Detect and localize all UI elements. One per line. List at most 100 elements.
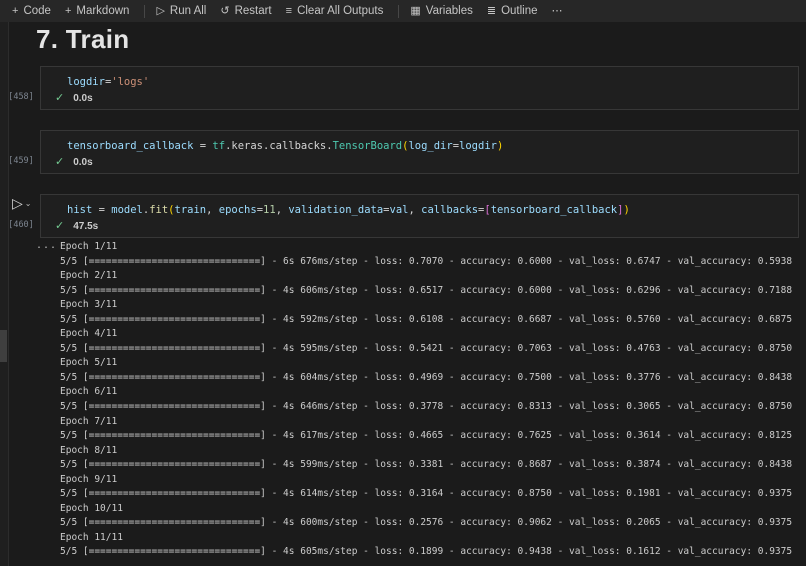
success-check-icon: ✓ [55, 156, 65, 168]
toolbar-button-run-all[interactable]: ▷ Run All [152, 3, 214, 19]
plus-icon: + [64, 4, 72, 17]
cell-status: ✓ 47.5s [55, 220, 99, 233]
code-token: keras [231, 140, 263, 152]
epoch-progress-line: 5/5 [==============================] - 4… [60, 488, 793, 500]
editor-left-gutter [0, 22, 9, 566]
epoch-header-line: Epoch 11/11 [60, 531, 123, 543]
code-token: = [193, 140, 213, 152]
code-cell-3[interactable]: hist = model.fit(train, epochs=11, valid… [40, 194, 799, 238]
play-icon: ▷ [156, 4, 165, 17]
restart-icon: ↺ [220, 4, 230, 17]
toolbar-button-clear-all-outputs[interactable]: ≡ Clear All Outputs [282, 3, 392, 19]
epoch-header-line: Epoch 6/11 [60, 386, 118, 398]
epoch-progress-line: 5/5 [==============================] - 4… [60, 401, 793, 413]
plus-icon: + [12, 4, 19, 17]
toolbar-button-label: Markdown [76, 5, 130, 17]
code-token: 'logs' [111, 76, 150, 88]
cell-status: ✓ 0.0s [55, 156, 93, 169]
execution-count: [458] [8, 92, 34, 102]
toolbar-button-label: Outline [501, 5, 538, 17]
code-token: tensorboard_callback [490, 204, 618, 216]
epoch-progress-line: 5/5 [==============================] - 4… [60, 459, 793, 471]
epoch-progress-line: 5/5 [==============================] - 4… [60, 546, 793, 558]
code-token: = [92, 204, 112, 216]
cell-status: ✓ 0.0s [55, 92, 93, 105]
code-token: tensorboard_callback [67, 140, 194, 152]
epoch-header-line: Epoch 8/11 [60, 444, 118, 456]
code-token: callbacks [269, 140, 327, 152]
code-token: hist [67, 204, 93, 216]
execution-time: 0.0s [73, 157, 93, 168]
epoch-header-line: Epoch 3/11 [60, 299, 118, 311]
code-token: , [206, 204, 219, 216]
execution-time: 47.5s [73, 221, 99, 232]
code-token: model [111, 204, 143, 216]
code-token: validation_data [288, 204, 384, 216]
toolbar-button-label: Restart [234, 5, 272, 17]
execution-count: [459] [8, 156, 34, 166]
notebook-page: + Code + Markdown ▷ Run All ↺ Restart ≡ Clear All… [0, 0, 806, 566]
code-token: , [408, 204, 422, 216]
epoch-progress-line: 5/5 [==============================] - 4… [60, 371, 793, 383]
output-collapse-toggle[interactable]: ... [36, 240, 57, 251]
code-token: log_dir [408, 140, 453, 152]
toolbar-button-label: Code [23, 5, 51, 17]
code-line[interactable]: hist = model.fit(train, epochs=11, valid… [67, 204, 630, 216]
code-token: TensorBoard [332, 140, 403, 152]
code-token: , [275, 204, 289, 216]
code-token: ) [496, 140, 504, 152]
code-token: val [389, 204, 409, 216]
toolbar-separator [398, 4, 400, 18]
toolbar-separator [144, 4, 146, 18]
execution-time: 0.0s [73, 93, 93, 104]
code-line[interactable]: logdir='logs' [67, 76, 149, 88]
play-icon: ▷ [12, 195, 23, 211]
epoch-progress-line: 5/5 [==============================] - 4… [60, 313, 793, 325]
toolbar-button-label: Variables [425, 5, 473, 17]
toolbar-button-more-actions[interactable]: ⋯ [548, 4, 571, 19]
epoch-progress-line: 5/5 [==============================] - 4… [60, 342, 793, 354]
code-token: epochs [218, 204, 257, 216]
epoch-header-line: Epoch 9/11 [60, 473, 118, 485]
code-token: tf [212, 140, 226, 152]
notebook-toolbar: + Code + Markdown ▷ Run All ↺ Restart ≡ Clear All… [0, 0, 806, 22]
epoch-progress-line: 5/5 [==============================] - 4… [60, 517, 793, 529]
toolbar-button-variables[interactable]: ▦ Variables [406, 3, 481, 19]
code-token: fit [149, 204, 169, 216]
variables-icon: ▦ [410, 4, 421, 17]
epoch-header-line: Epoch 10/11 [60, 502, 123, 514]
epoch-progress-line: 5/5 [==============================] - 4… [60, 430, 793, 442]
success-check-icon: ✓ [55, 92, 65, 104]
more-icon: ⋯ [551, 4, 563, 17]
epoch-header-line: Epoch 2/11 [60, 270, 118, 282]
success-check-icon: ✓ [55, 220, 65, 232]
training-output: Epoch 1/11 5/5 [=========================… [60, 240, 800, 560]
code-cell-1[interactable]: logdir='logs' ✓ 0.0s [40, 66, 799, 110]
toolbar-button-restart[interactable]: ↺ Restart [216, 3, 279, 19]
toolbar-button-add-markdown[interactable]: + Markdown [61, 3, 138, 19]
code-token: train [174, 204, 207, 216]
epoch-header-line: Epoch 7/11 [60, 415, 118, 427]
execution-count: [460] [8, 220, 34, 230]
code-token: logdir [459, 140, 497, 152]
epoch-header-line: Epoch 4/11 [60, 328, 118, 340]
toolbar-button-label: Clear All Outputs [297, 5, 384, 17]
toolbar-button-outline[interactable]: ≣ Outline [483, 3, 546, 19]
toolbar-button-add-code[interactable]: + Code [8, 3, 59, 19]
code-cell-2[interactable]: tensorboard_callback = tf.keras.callback… [40, 130, 799, 174]
code-token: callbacks [421, 204, 479, 216]
outline-icon: ≣ [486, 4, 497, 17]
scrollbar-thumb[interactable] [0, 330, 7, 362]
epoch-header-line: Epoch 5/11 [60, 357, 118, 369]
code-token: 11 [263, 204, 276, 216]
code-line[interactable]: tensorboard_callback = tf.keras.callback… [67, 140, 503, 152]
chevron-down-icon: ⌄ [24, 199, 32, 208]
epoch-header-line: Epoch 1/11 [60, 241, 118, 252]
toolbar-button-label: Run All [169, 5, 207, 17]
run-cell-button[interactable]: ▷ ⌄ [12, 196, 31, 210]
epoch-progress-line: 5/5 [==============================] - 6… [60, 255, 793, 267]
section-heading: 7. Train [36, 24, 130, 54]
clear-icon: ≡ [285, 4, 293, 17]
code-token: logdir [67, 76, 105, 88]
code-token: ) [623, 204, 630, 216]
